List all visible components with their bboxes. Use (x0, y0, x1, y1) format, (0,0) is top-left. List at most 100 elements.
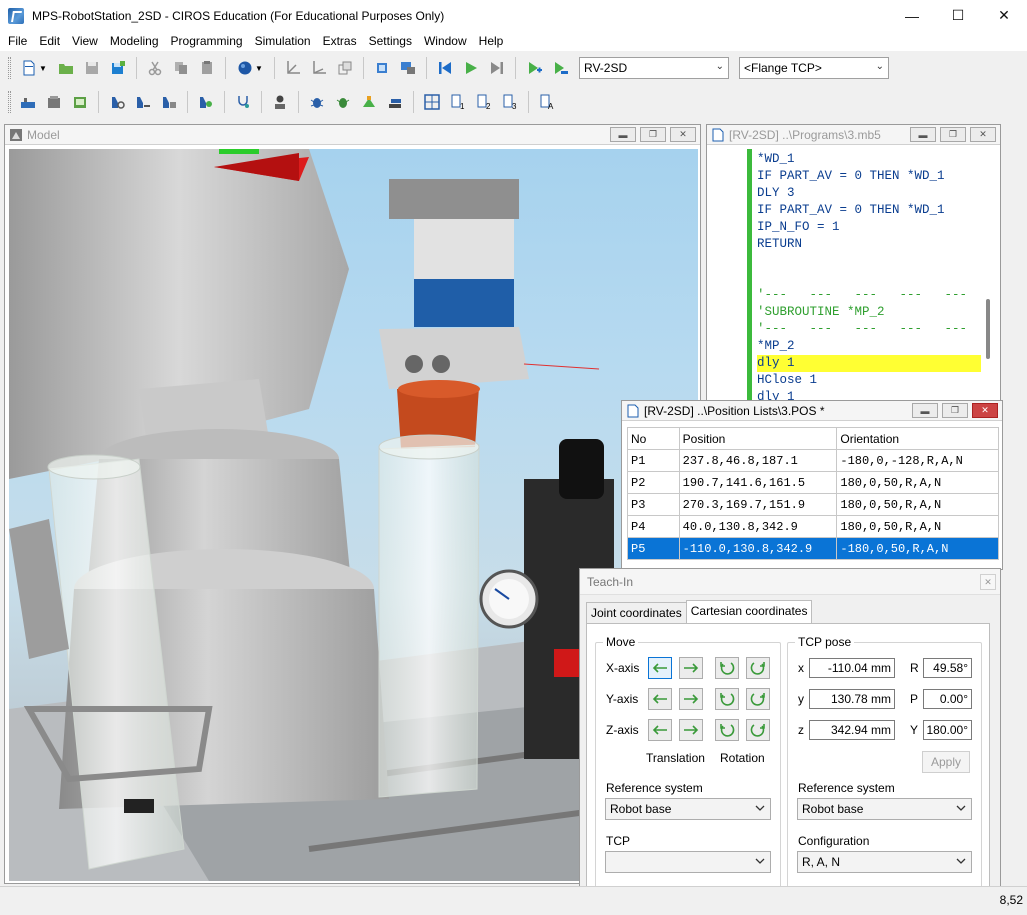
program-3-button[interactable]: 3 (499, 91, 521, 113)
x-minus-button[interactable] (648, 657, 672, 679)
z-rotate-ccw-button[interactable] (715, 719, 739, 741)
toolbar-grip[interactable] (8, 91, 11, 113)
table-row[interactable]: P2 190.7,141.6,161.5 180,0,50,R,A,N (627, 471, 999, 494)
x-field[interactable]: -110.04 mm (809, 658, 895, 678)
code-line-comment[interactable]: 'SUBROUTINE *MP_2 (757, 304, 981, 321)
r-field[interactable]: 49.58° (923, 658, 972, 678)
poslist-restore-button[interactable]: ❐ (942, 403, 968, 418)
model-minimize-button[interactable]: ▬ (610, 127, 636, 142)
network-button[interactable] (371, 57, 393, 79)
teach-add-button[interactable] (523, 57, 545, 79)
editor-scrollbar[interactable] (986, 299, 990, 359)
coord-system-2-button[interactable] (308, 57, 330, 79)
robot-search-button[interactable] (195, 91, 217, 113)
code-line-comment[interactable]: '--- --- --- --- --- (757, 287, 981, 304)
code-line[interactable]: IF PART_AV = 0 THEN *WD_1 (757, 168, 981, 185)
y-minus-button[interactable] (648, 688, 672, 710)
robot-io-button[interactable] (158, 91, 180, 113)
station-button[interactable] (43, 91, 65, 113)
copy-button[interactable] (170, 57, 192, 79)
model-restore-button[interactable]: ❐ (640, 127, 666, 142)
menu-settings[interactable]: Settings (363, 31, 418, 51)
pose-reference-system-select[interactable]: Robot base (797, 798, 972, 820)
grid-button[interactable] (421, 91, 443, 113)
p-field[interactable]: 0.00° (923, 689, 972, 709)
apply-button[interactable]: Apply (922, 751, 970, 773)
sensor-button[interactable] (69, 91, 91, 113)
model-library-button[interactable] (17, 91, 39, 113)
y-rotate-ccw-button[interactable] (715, 688, 739, 710)
teach-update-button[interactable] (549, 57, 571, 79)
tab-joint-coordinates[interactable]: Joint coordinates (586, 602, 687, 623)
step-button[interactable] (486, 57, 508, 79)
yaw-field[interactable]: 180.00° (923, 720, 972, 740)
table-row[interactable]: P4 40.0,130.8,342.9 180,0,50,R,A,N (627, 515, 999, 538)
x-rotate-ccw-button[interactable] (715, 657, 739, 679)
user-button[interactable] (269, 91, 291, 113)
robot-move-button[interactable] (132, 91, 154, 113)
coord-system-button[interactable] (282, 57, 304, 79)
move-reference-system-select[interactable]: Robot base (605, 798, 771, 820)
menu-view[interactable]: View (66, 31, 104, 51)
code-line[interactable] (757, 270, 981, 287)
code-line-current[interactable]: dly 1 (757, 355, 981, 372)
save-all-button[interactable] (107, 57, 129, 79)
table-row[interactable]: P1 237.8,46.8,187.1 -180,0,-128,R,A,N (627, 449, 999, 472)
gripper-button[interactable] (358, 91, 380, 113)
code-editor[interactable]: *WD_1 IF PART_AV = 0 THEN *WD_1 DLY 3 IF… (707, 149, 1000, 414)
cut-button[interactable] (144, 57, 166, 79)
menu-programming[interactable]: Programming (165, 31, 249, 51)
code-line[interactable] (757, 253, 981, 270)
model-close-button[interactable]: ✕ (670, 127, 696, 142)
code-line[interactable]: DLY 3 (757, 185, 981, 202)
menu-file[interactable]: File (2, 31, 33, 51)
start-button[interactable] (460, 57, 482, 79)
robot-properties-button[interactable] (106, 91, 128, 113)
close-button[interactable]: ✕ (981, 0, 1027, 31)
editor-close-button[interactable]: ✕ (970, 127, 996, 142)
tab-cartesian-coordinates[interactable]: Cartesian coordinates (685, 600, 813, 623)
debug-step-button[interactable] (332, 91, 354, 113)
save-button[interactable] (81, 57, 103, 79)
x-plus-button[interactable] (679, 657, 703, 679)
menu-edit[interactable]: Edit (33, 31, 66, 51)
paste-button[interactable] (196, 57, 218, 79)
teach-in-close-button[interactable]: ✕ (980, 574, 996, 590)
menu-help[interactable]: Help (473, 31, 510, 51)
maximize-button[interactable]: ☐ (935, 0, 981, 31)
view-layout-button[interactable] (334, 57, 356, 79)
io-button[interactable] (397, 57, 419, 79)
diagnostics-button[interactable] (232, 91, 254, 113)
configuration-select[interactable]: R, A, N (797, 851, 972, 873)
program-2-button[interactable]: 2 (473, 91, 495, 113)
poslist-close-button[interactable]: ✕ (972, 403, 998, 418)
toolbar-grip[interactable] (8, 57, 11, 79)
program-1-button[interactable]: 1 (447, 91, 469, 113)
editor-restore-button[interactable]: ❐ (940, 127, 966, 142)
column-header-orientation[interactable]: Orientation (836, 427, 999, 450)
render-mode-button[interactable]: ▼ (233, 57, 267, 79)
code-line-comment[interactable]: '--- --- --- --- --- (757, 321, 981, 338)
editor-minimize-button[interactable]: ▬ (910, 127, 936, 142)
robot-select[interactable]: RV-2SD ⌄ (579, 57, 729, 79)
z-field[interactable]: 342.94 mm (809, 720, 895, 740)
code-line[interactable]: *MP_2 (757, 338, 981, 355)
z-rotate-cw-button[interactable] (746, 719, 770, 741)
y-field[interactable]: 130.78 mm (809, 689, 895, 709)
x-rotate-cw-button[interactable] (746, 657, 770, 679)
z-minus-button[interactable] (648, 719, 672, 741)
table-row-selected[interactable]: P5 -110.0,130.8,342.9 -180,0,50,R,A,N (627, 537, 999, 560)
menu-window[interactable]: Window (418, 31, 473, 51)
code-line[interactable]: IP_N_FO = 1 (757, 219, 981, 236)
y-rotate-cw-button[interactable] (746, 688, 770, 710)
y-plus-button[interactable] (679, 688, 703, 710)
column-header-position[interactable]: Position (678, 427, 838, 450)
tcp-select[interactable] (605, 851, 771, 873)
poslist-minimize-button[interactable]: ▬ (912, 403, 938, 418)
open-button[interactable] (55, 57, 77, 79)
minimize-button[interactable]: — (889, 0, 935, 31)
code-line[interactable]: *WD_1 (757, 151, 981, 168)
code-line[interactable]: HClose 1 (757, 372, 981, 389)
table-row[interactable]: P3 270.3,169.7,151.9 180,0,50,R,A,N (627, 493, 999, 516)
z-plus-button[interactable] (679, 719, 703, 741)
